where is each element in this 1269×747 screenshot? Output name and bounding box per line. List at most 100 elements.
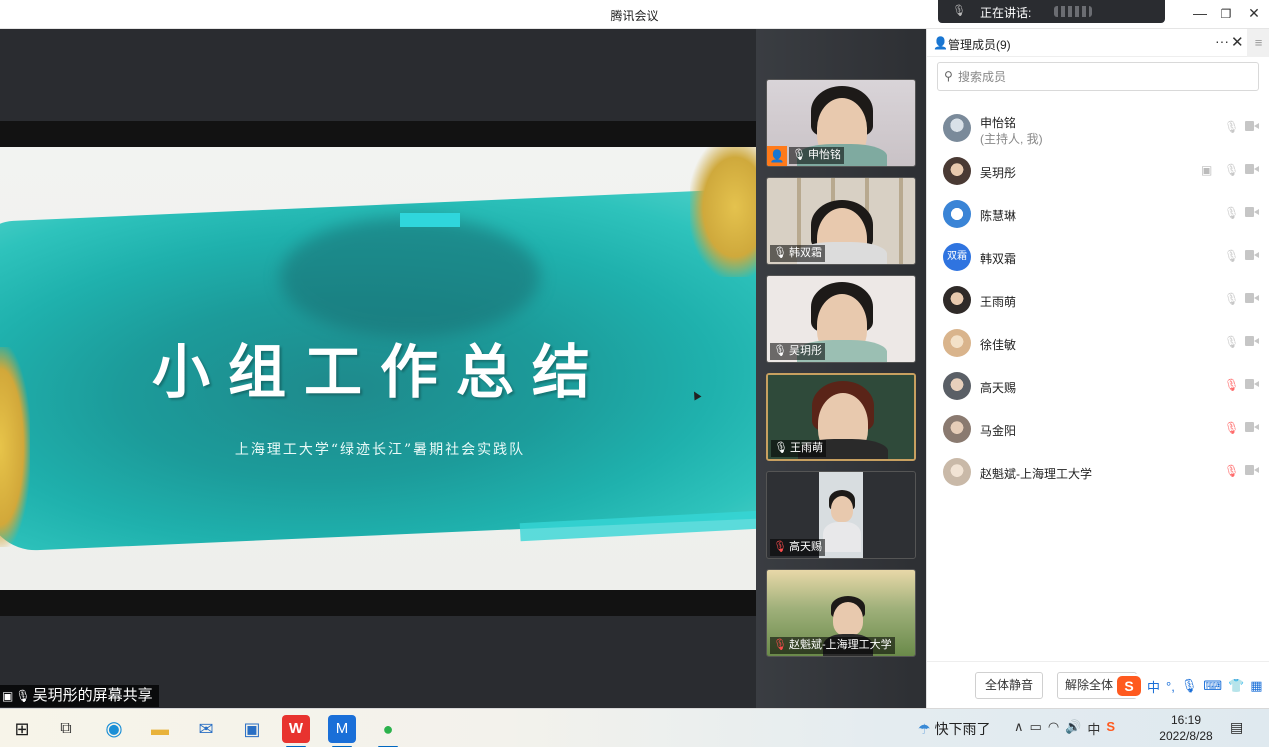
member-row[interactable]: 吴玥彤 ▣ 🎙 [927,151,1269,191]
search-icon: ⚲ [944,69,953,83]
weather-text: 快下雨了 [934,721,991,737]
camera-icon[interactable] [1245,465,1259,475]
tencent-meeting-icon[interactable]: M [328,715,356,747]
edge-browser-icon[interactable]: ◉ [100,715,128,743]
participant-name: 申怡铭 [807,149,841,161]
camera-icon[interactable] [1245,422,1259,432]
file-explorer-icon[interactable]: ▬ [146,715,174,743]
video-name-label: 🎙 吴玥彤 [770,343,825,360]
video-tile[interactable]: 🎙 王雨萌 [766,373,916,461]
microphone-muted-icon: 🎙 [773,639,787,651]
close-panel-button[interactable]: ✕ [1231,33,1244,51]
audio-wave-icon [1054,6,1092,17]
member-row[interactable]: 双霜 韩双霜 🎙 [927,237,1269,277]
ime-language-toggle[interactable]: 中 [1147,677,1160,696]
camera-icon[interactable] [1245,293,1259,303]
member-name: 吴玥彤 [980,166,1017,180]
minimize-button[interactable]: — [1190,5,1210,21]
sogou-tray-icon[interactable]: S [1106,719,1115,738]
notification-icon[interactable]: ▤ [1230,719,1243,736]
mail-icon[interactable]: ✉ [192,715,220,743]
avatar [943,329,971,357]
camera-icon[interactable] [1245,121,1259,131]
video-gallery: 👤 🎙 申怡铭 🎙 韩双霜 🎙 吴玥彤 🎙 王雨萌 🎙 高天赐 🎙 赵魁斌-上海… [756,29,926,708]
member-row[interactable]: 徐佳敏 🎙 [927,323,1269,363]
microphone-icon[interactable]: 🎙 [1224,249,1239,263]
camera-icon[interactable] [1245,250,1259,260]
video-tile[interactable]: 🎙 高天赐 [766,471,916,559]
microphone-icon[interactable]: 🎙 [1181,678,1198,694]
camera-icon[interactable] [1245,379,1259,389]
microphone-icon[interactable]: 🎙 [1224,206,1239,220]
ime-punctuation-toggle[interactable]: °, [1166,679,1175,694]
microphone-icon: 🎙 [952,5,966,17]
member-row[interactable]: 王雨萌 🎙 [927,280,1269,320]
member-row[interactable]: 马金阳 🎙 [927,409,1269,449]
member-row[interactable]: 高天赐 🎙 [927,366,1269,406]
microphone-icon: 🎙 [792,149,806,161]
weather-widget[interactable]: ☂ 快下雨了 [918,719,991,739]
close-button[interactable]: ✕ [1244,5,1264,22]
host-badge-icon: 👤 [767,146,787,166]
microphone-icon[interactable]: 🎙 [1224,163,1239,177]
sharer-name: 吴玥彤的屏幕共享 [32,687,153,704]
members-panel-header: 👤 管理成员(9) ··· ✕ ≡ [927,29,1269,57]
camera-icon[interactable] [1245,207,1259,217]
avatar [943,415,971,443]
gold-ink-decoration [690,147,756,277]
windows-start-icon[interactable]: ⊞ [8,715,36,743]
mute-all-button[interactable]: 全体静音 [975,672,1043,699]
member-search-box[interactable]: ⚲ [937,62,1259,91]
member-row[interactable]: 陈慧琳 🎙 [927,194,1269,234]
microphone-icon[interactable]: 🎙 [1224,120,1239,134]
member-search-input[interactable] [958,67,1248,87]
video-tile[interactable]: 🎙 吴玥彤 [766,275,916,363]
participant-name: 赵魁斌-上海理工大学 [788,639,892,651]
chevron-up-icon[interactable]: ∧ [1014,719,1024,738]
avatar [943,286,971,314]
person-icon: 👤 [933,36,948,50]
store-icon[interactable]: ▣ [238,715,266,743]
battery-icon[interactable]: ▭ [1030,719,1042,738]
title-bar: 腾讯会议 🎙 正在讲话: — ❐ ✕ [0,0,1269,29]
camera-icon[interactable] [1245,164,1259,174]
microphone-muted-icon[interactable]: 🎙 [1224,378,1239,392]
avatar [943,372,971,400]
video-tile[interactable]: 🎙 韩双霜 [766,177,916,265]
video-tile[interactable]: 🎙 赵魁斌-上海理工大学 [766,569,916,657]
ime-tray-indicator[interactable]: 中 [1087,719,1100,738]
keyboard-icon[interactable]: ⌨ [1203,678,1222,694]
member-row[interactable]: 赵魁斌-上海理工大学 🎙 [927,452,1269,492]
microphone-icon[interactable]: 🎙 [1224,335,1239,349]
wps-office-icon[interactable]: W [282,715,310,747]
camera-icon[interactable] [1245,336,1259,346]
volume-icon[interactable]: 🔊 [1065,719,1081,738]
screen-share-label: ▣ 🎙 吴玥彤的屏幕共享 [0,685,159,707]
restore-button[interactable]: ❐ [1216,7,1236,21]
video-tile[interactable]: 👤 🎙 申怡铭 [766,79,916,167]
task-view-icon[interactable]: ⧉ [52,715,80,743]
more-options-button[interactable]: ··· [1215,33,1229,49]
microphone-icon[interactable]: 🎙 [1224,292,1239,306]
member-name: 申怡铭 [980,116,1017,130]
participant-figure [833,602,863,636]
member-role: (主持人, 我) [980,132,1043,146]
member-row[interactable]: 申怡铭 (主持人, 我) 🎙 [927,108,1269,148]
panel-toggle-button[interactable]: ≡ [1247,29,1269,57]
member-name: 韩双霜 [980,252,1017,266]
system-clock[interactable]: 16:19 2022/8/28 [1152,712,1220,744]
avatar [943,458,971,486]
member-name: 王雨萌 [980,295,1017,309]
microphone-muted-icon[interactable]: 🎙 [1224,421,1239,435]
ime-toolbar[interactable]: S 中 °, 🎙 ⌨ 👕 ▦ [1113,674,1267,698]
member-name: 马金阳 [980,424,1017,438]
toolbox-icon[interactable]: ▦ [1250,678,1262,694]
screen-share-area[interactable]: 小组工作总结 上海理工大学“绿迹长江”暑期社会实践队 [0,29,756,708]
video-name-label: 🎙 申怡铭 [789,147,844,164]
avatar [943,157,971,185]
cyan-stroke-decoration [400,213,460,227]
wechat-icon[interactable]: ● [374,715,402,747]
wifi-icon[interactable]: ◠ [1048,719,1059,738]
microphone-muted-icon[interactable]: 🎙 [1224,464,1239,478]
skin-icon[interactable]: 👕 [1228,678,1244,694]
